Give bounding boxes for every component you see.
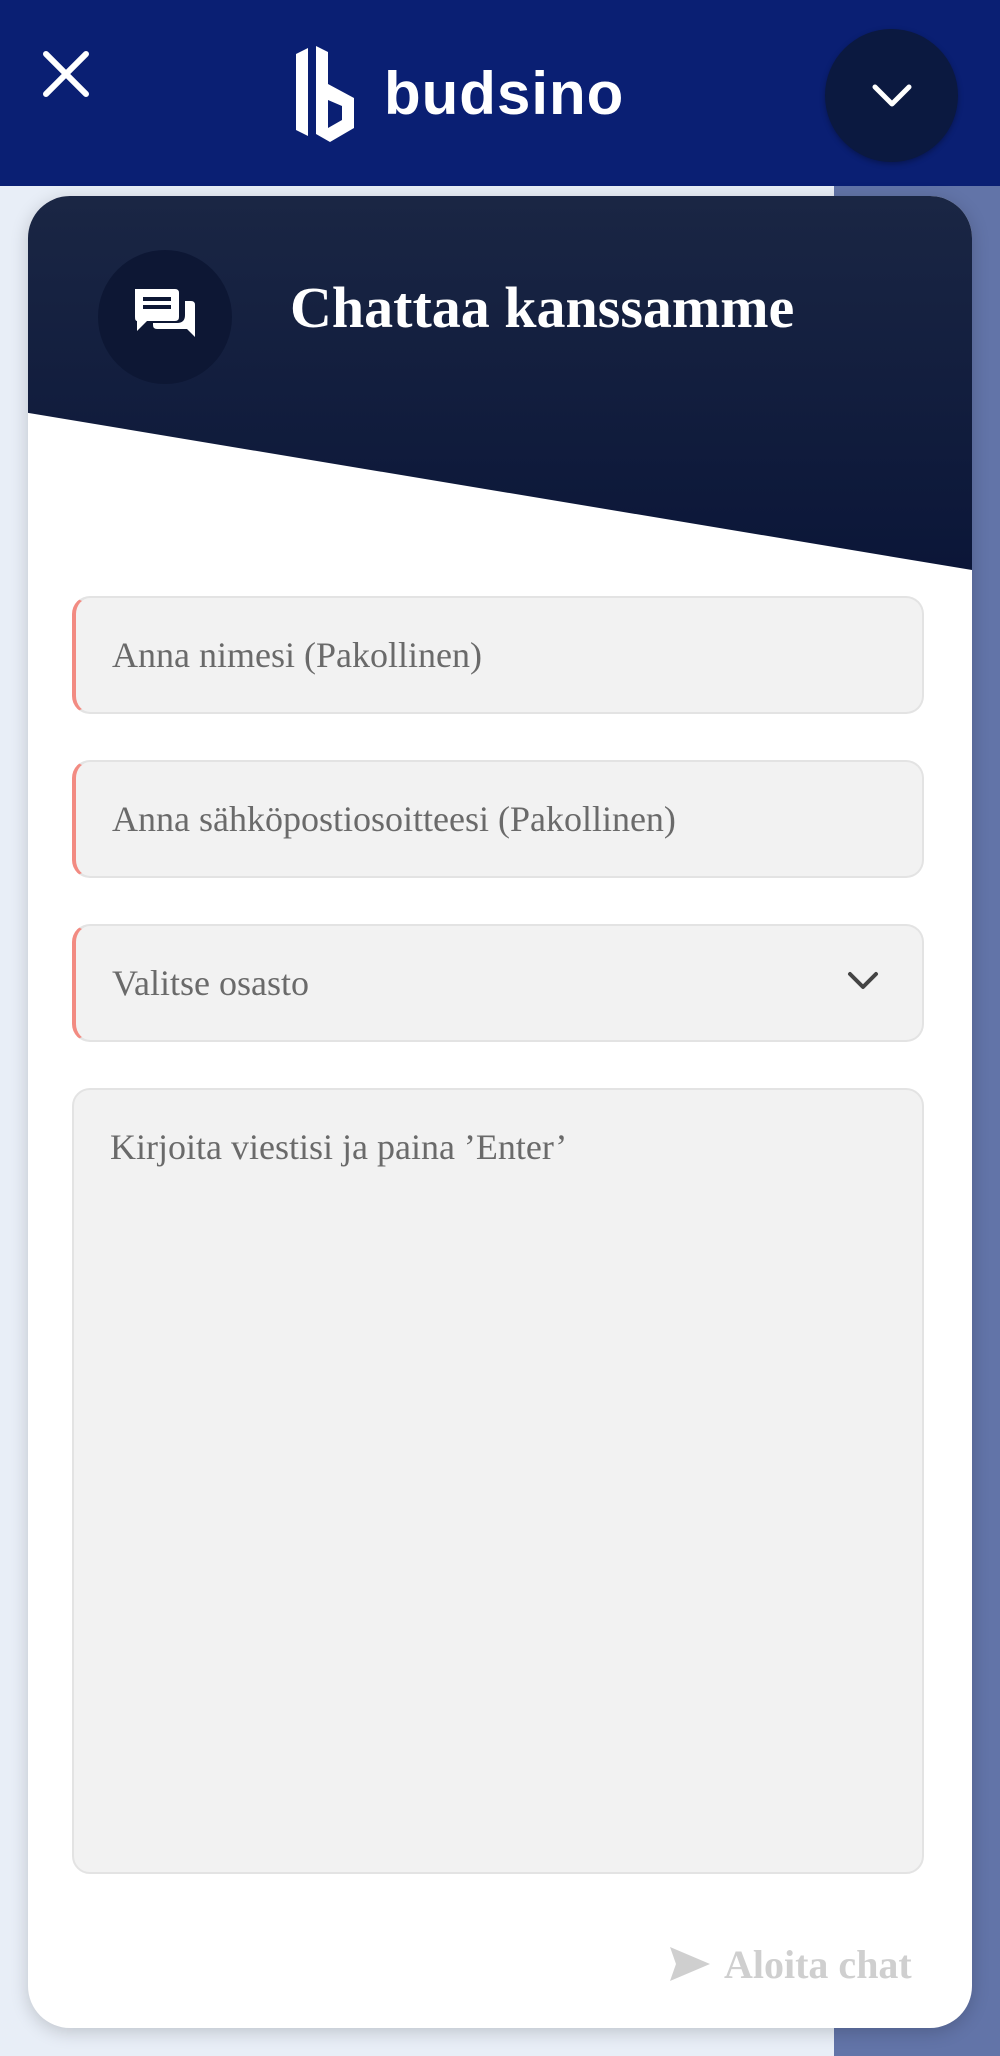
chat-title: Chattaa kanssamme — [290, 275, 795, 340]
send-icon — [670, 1947, 710, 1981]
email-input[interactable] — [76, 762, 922, 876]
department-select-value: Valitse osasto — [112, 963, 309, 1003]
chat-bubbles-icon — [135, 289, 195, 337]
minimize-chat-button[interactable] — [825, 29, 958, 162]
name-field[interactable] — [72, 596, 924, 714]
site-header: budsino — [0, 0, 834, 186]
budsino-logo-icon — [296, 46, 354, 142]
message-textarea[interactable] — [74, 1090, 922, 1872]
chevron-down-icon — [848, 972, 878, 989]
chevron-down-icon — [872, 84, 911, 106]
chat-avatar — [98, 250, 232, 384]
chat-widget: Chattaa kanssamme Valitse osasto Aloita … — [28, 196, 972, 2028]
message-field[interactable] — [72, 1088, 924, 1874]
logo-text: budsino — [384, 60, 625, 127]
start-chat-button[interactable]: Aloita chat — [668, 1934, 912, 1994]
department-select[interactable]: Valitse osasto — [72, 924, 924, 1042]
close-icon[interactable] — [40, 48, 92, 100]
email-field[interactable] — [72, 760, 924, 878]
start-chat-label: Aloita chat — [724, 1941, 912, 1987]
name-input[interactable] — [76, 598, 922, 712]
site-logo[interactable]: budsino — [290, 44, 624, 144]
